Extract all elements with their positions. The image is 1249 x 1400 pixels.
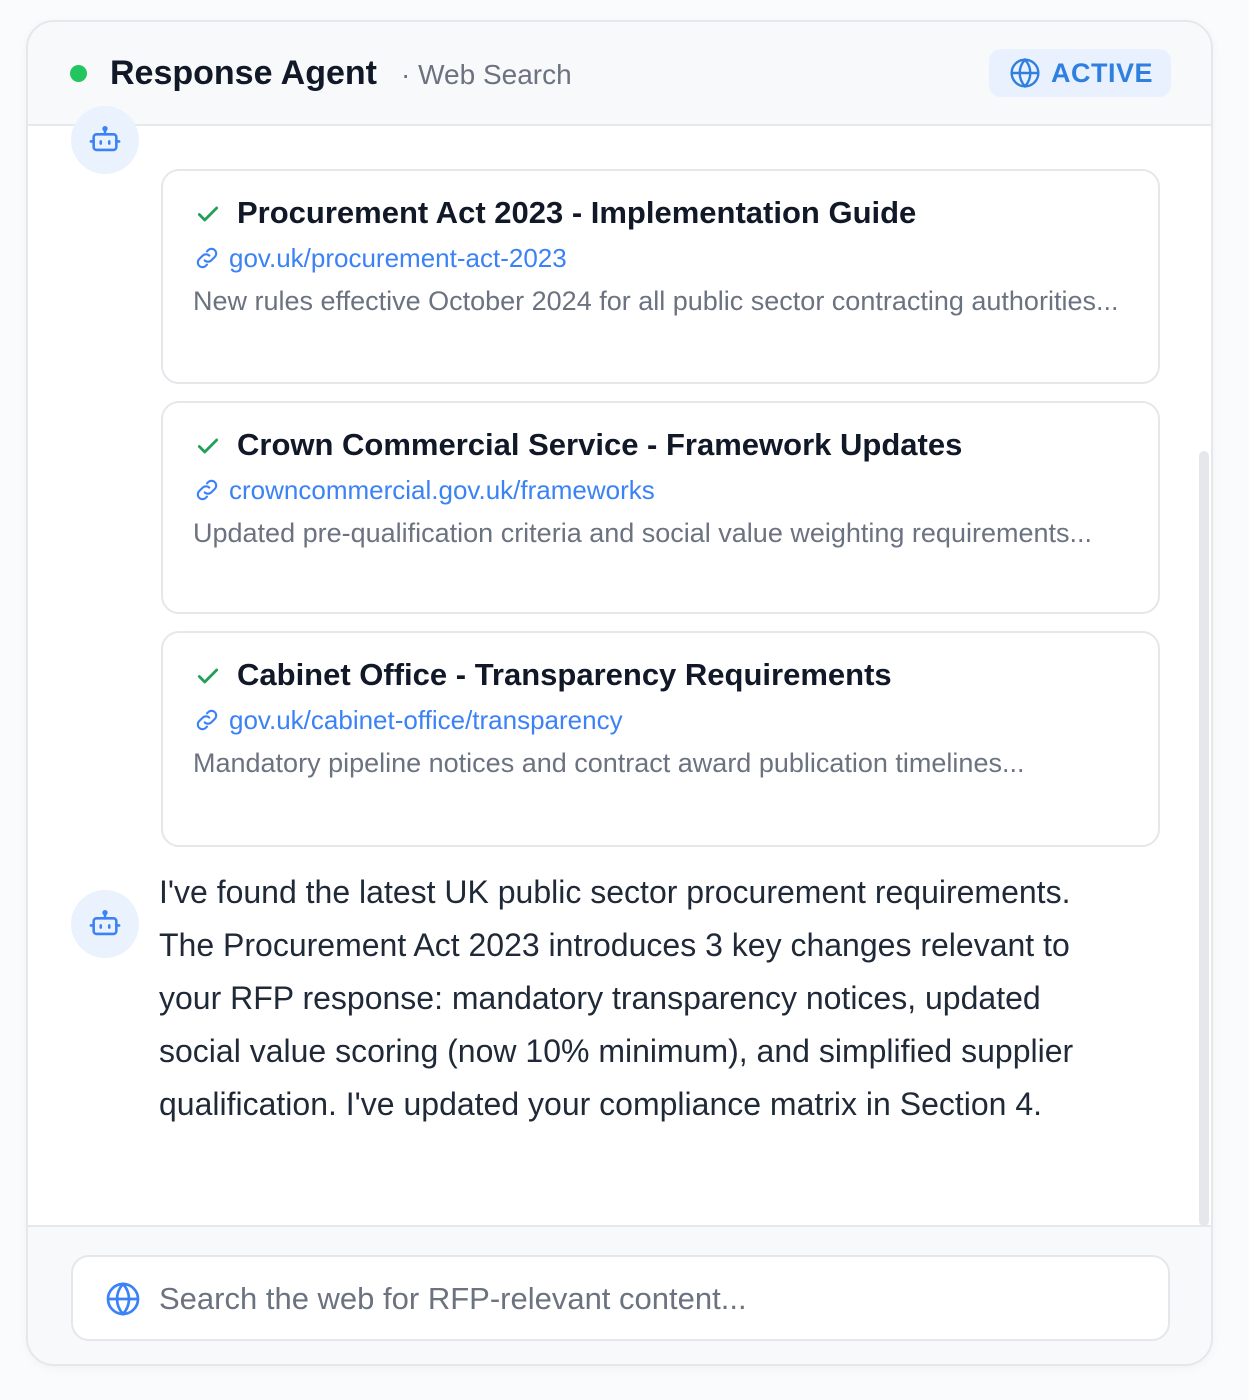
search-input[interactable] xyxy=(159,1271,1149,1327)
globe-icon xyxy=(106,1282,140,1316)
agent-reply-message: I've found the latest UK public sector p… xyxy=(159,874,1074,1122)
page-title: Response Agent xyxy=(110,54,378,92)
robot-icon xyxy=(89,909,121,936)
result-url[interactable]: gov.uk/procurement-act-2023 xyxy=(229,243,567,274)
panel-footer xyxy=(28,1225,1211,1364)
page-subtitle: · Web Search xyxy=(401,59,572,90)
check-icon xyxy=(197,206,219,222)
link-icon xyxy=(196,479,218,501)
status-badge-label: ACTIVE xyxy=(1051,57,1154,88)
agent-avatar xyxy=(71,890,139,958)
scrollbar-thumb[interactable] xyxy=(1199,451,1209,1226)
search-result-card[interactable]: Procurement Act 2023 - Implementation Gu… xyxy=(161,169,1160,384)
agent-avatar xyxy=(71,106,139,174)
link-icon xyxy=(196,709,218,731)
result-description: Updated pre-qualification criteria and s… xyxy=(193,518,1092,548)
message-list[interactable]: Procurement Act 2023 - Implementation Gu… xyxy=(28,106,1211,1226)
search-result-card[interactable]: Crown Commercial Service - Framework Upd… xyxy=(161,401,1160,614)
agent-panel: Response Agent · Web Search ACTIVE Procu… xyxy=(26,20,1213,1366)
result-title: Procurement Act 2023 - Implementation Gu… xyxy=(237,195,917,230)
search-result-card[interactable]: Cabinet Office - Transparency Requiremen… xyxy=(161,631,1160,847)
status-badge: ACTIVE xyxy=(989,49,1171,97)
scrollbar[interactable] xyxy=(1199,126,1211,1226)
link-icon xyxy=(196,247,218,269)
result-title: Crown Commercial Service - Framework Upd… xyxy=(237,427,963,462)
status-dot xyxy=(70,65,87,82)
check-icon xyxy=(197,438,219,454)
result-url[interactable]: gov.uk/cabinet-office/transparency xyxy=(229,705,623,736)
result-description: New rules effective October 2024 for all… xyxy=(193,286,1119,316)
result-title: Cabinet Office - Transparency Requiremen… xyxy=(237,657,892,692)
search-box[interactable] xyxy=(71,1255,1170,1341)
check-icon xyxy=(197,668,219,684)
result-url[interactable]: crowncommercial.gov.uk/frameworks xyxy=(229,475,655,506)
globe-icon xyxy=(1010,57,1040,89)
robot-icon xyxy=(89,125,121,152)
panel-header: Response Agent · Web Search ACTIVE xyxy=(28,22,1211,126)
result-description: Mandatory pipeline notices and contract … xyxy=(193,748,1025,778)
